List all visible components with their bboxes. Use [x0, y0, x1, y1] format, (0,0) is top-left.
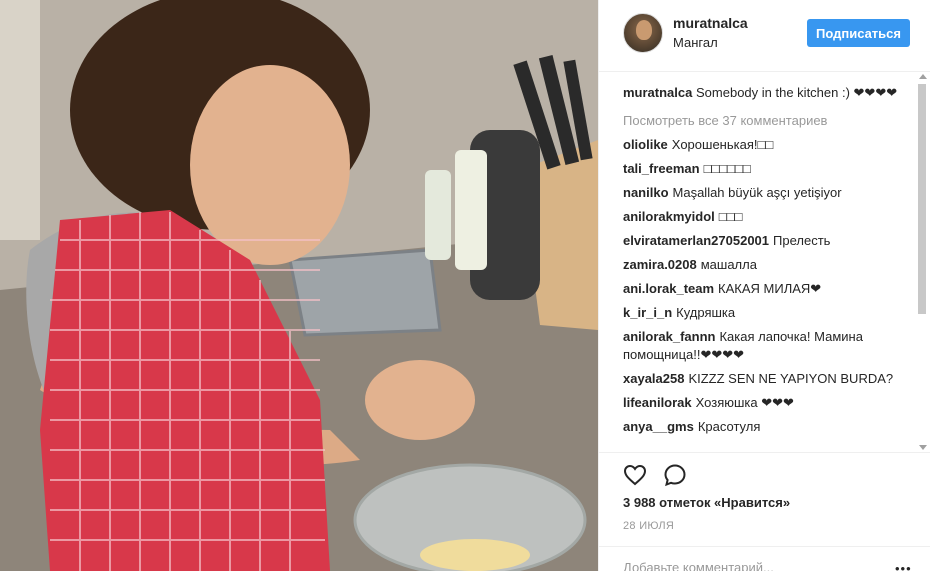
- comment-username[interactable]: ani.lorak_team: [623, 281, 714, 296]
- comment-item: anilorakmyidol □□□: [623, 208, 909, 226]
- comment-item: k_ir_i_n Кудряшка: [623, 304, 909, 322]
- comment-input[interactable]: Добавьте комментарий...: [623, 560, 774, 571]
- action-bar: [599, 452, 930, 496]
- speech-bubble-icon[interactable]: [663, 463, 687, 487]
- scroll-down-arrow-icon[interactable]: [919, 445, 927, 450]
- heart-outline-icon[interactable]: [623, 463, 647, 487]
- comment-username[interactable]: zamira.0208: [623, 257, 697, 272]
- post-header: muratnalca Мангал Подписаться: [599, 0, 930, 72]
- comment-username[interactable]: anya__gms: [623, 419, 694, 434]
- comments-list: muratnalca Somebody in the kitchen :) ❤❤…: [623, 84, 909, 452]
- comment-username[interactable]: oliolike: [623, 137, 668, 152]
- add-comment-bar: Добавьте комментарий... •••: [599, 546, 930, 571]
- comment-item: zamira.0208 машалла: [623, 256, 909, 274]
- header-location[interactable]: Мангал: [673, 35, 718, 50]
- comment-username[interactable]: k_ir_i_n: [623, 305, 672, 320]
- comment-item: tali_freeman □□□□□□: [623, 160, 909, 178]
- comment-text: КАКАЯ МИЛАЯ❤: [718, 281, 822, 296]
- post-date[interactable]: 28 ИЮЛЯ: [623, 520, 674, 532]
- comment-item: oliolike Хорошенькая!□□: [623, 136, 909, 154]
- comment-text: машалла: [700, 257, 757, 272]
- comment-username[interactable]: anilorak_fannn: [623, 329, 715, 344]
- comment-item: anilorak_fannn Какая лапочка! Мамина помо…: [623, 328, 909, 364]
- comment-username[interactable]: lifeanilorak: [623, 395, 692, 410]
- scroll-thumb[interactable]: [918, 84, 926, 314]
- caption-username[interactable]: muratnalca: [623, 85, 692, 100]
- comment-username[interactable]: nanilko: [623, 185, 669, 200]
- comment-text: Красотуля: [697, 419, 761, 434]
- scroll-up-arrow-icon[interactable]: [919, 74, 927, 79]
- more-options-icon[interactable]: •••: [895, 561, 912, 571]
- comment-text: Maşallah büyük aşçı yetişiyor: [672, 185, 842, 200]
- comment-text: □□□□□□: [703, 161, 751, 176]
- avatar[interactable]: [623, 13, 663, 53]
- comments-scrollbar[interactable]: [917, 74, 927, 450]
- post-sidebar: muratnalca Мангал Подписаться muratnalca…: [598, 0, 930, 571]
- comment-text: Хозяюшка ❤❤❤: [695, 395, 794, 410]
- comment-text: Хорошенькая!□□: [671, 137, 774, 152]
- comment-item: nanilko Maşallah büyük aşçı yetişiyor: [623, 184, 909, 202]
- comment-username[interactable]: elviratamerlan27052001: [623, 233, 769, 248]
- comment-username[interactable]: xayala258: [623, 371, 684, 386]
- post-view: muratnalca Мангал Подписаться muratnalca…: [0, 0, 930, 571]
- view-all-comments-link[interactable]: Посмотреть все 37 комментариев: [623, 112, 909, 130]
- comment-text: KIZZZ SEN NE YAPIYON BURDA?: [688, 371, 894, 386]
- caption: muratnalca Somebody in the kitchen :) ❤❤…: [623, 84, 909, 102]
- header-username[interactable]: muratnalca: [673, 15, 748, 31]
- comment-item: ani.lorak_team КАКАЯ МИЛАЯ❤: [623, 280, 909, 298]
- comment-text: Прелесть: [773, 233, 831, 248]
- comment-item: elviratamerlan27052001 Прелесть: [623, 232, 909, 250]
- comment-username[interactable]: tali_freeman: [623, 161, 700, 176]
- comment-item: lifeanilorak Хозяюшка ❤❤❤: [623, 394, 909, 412]
- comment-username[interactable]: anilorakmyidol: [623, 209, 715, 224]
- follow-button[interactable]: Подписаться: [807, 19, 910, 47]
- comment-item: anya__gms Красотуля: [623, 418, 909, 436]
- caption-text: Somebody in the kitchen :) ❤❤❤❤: [696, 85, 898, 100]
- comment-item: xayala258 KIZZZ SEN NE YAPIYON BURDA?: [623, 370, 909, 388]
- photo-illustration: [0, 0, 598, 571]
- post-photo[interactable]: [0, 0, 598, 571]
- likes-count[interactable]: 3 988 отметок «Нравится»: [623, 495, 790, 510]
- comment-text: Кудряшка: [676, 305, 736, 320]
- comment-text: □□□: [718, 209, 743, 224]
